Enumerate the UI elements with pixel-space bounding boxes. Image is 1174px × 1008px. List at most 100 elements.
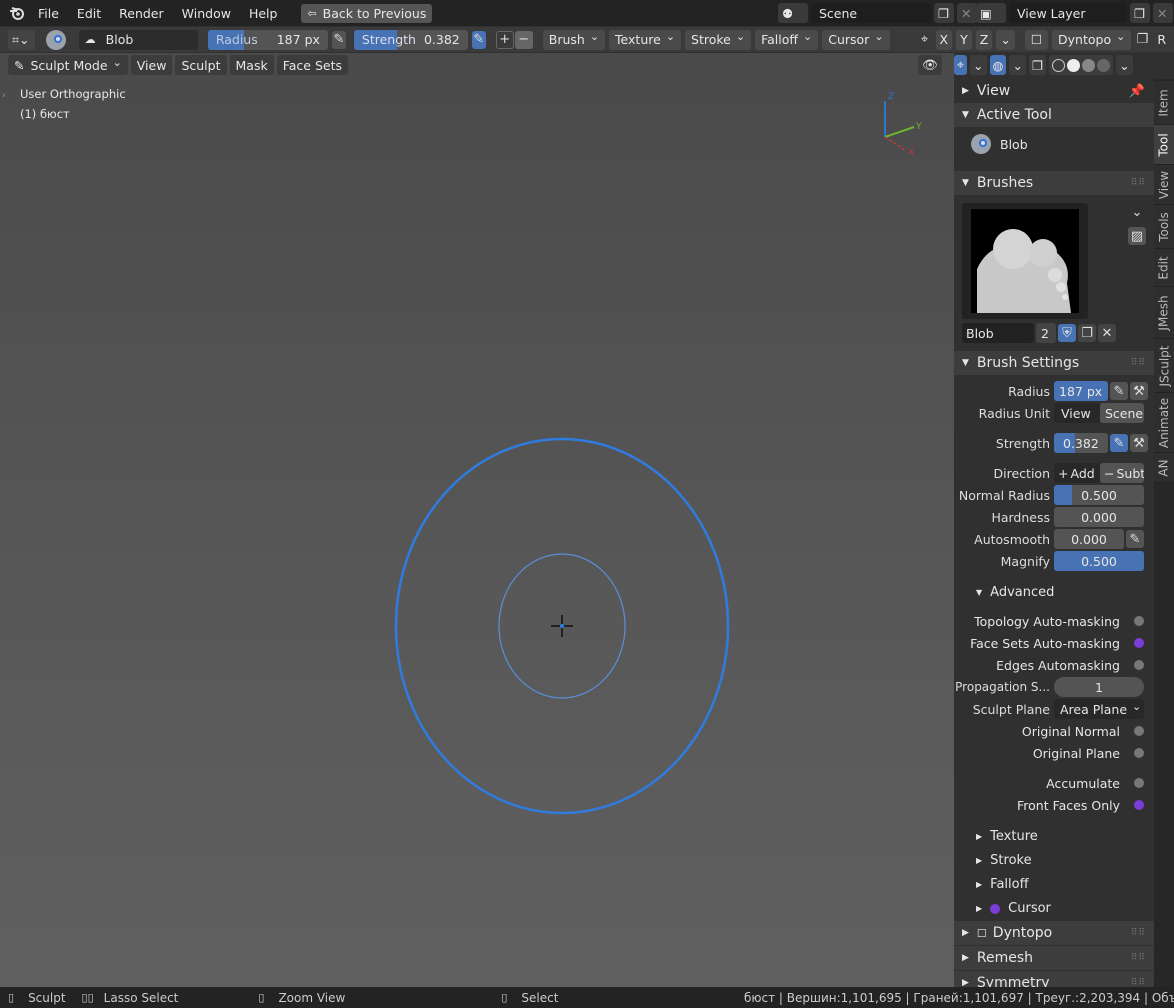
wireframe-shading-icon[interactable]: [1052, 58, 1066, 72]
viewport-menu-sculpt[interactable]: Sculpt: [175, 55, 227, 75]
direction-add-button[interactable]: + Add: [1054, 463, 1100, 483]
tab-an[interactable]: AN: [1154, 453, 1174, 483]
brush-unlink-icon[interactable]: ✕: [1098, 324, 1116, 342]
rendered-shading-icon[interactable]: [1097, 58, 1111, 72]
brush-preview[interactable]: [962, 203, 1088, 319]
radius-unit-scene-button[interactable]: Scene: [1100, 403, 1144, 423]
visibility-menu-icon[interactable]: 👁: [918, 55, 942, 75]
view-layer-icon[interactable]: ▣: [976, 3, 1006, 23]
brush-selector[interactable]: ☁ Blob: [78, 29, 198, 50]
dyntopo-panel-header[interactable]: ▶ ☐ Dyntopo ⠿⠿: [954, 921, 1154, 945]
texture-subpanel-header[interactable]: ▶ Texture: [976, 829, 1038, 844]
menu-help[interactable]: Help: [241, 6, 286, 21]
strength-pressure-toggle-icon[interactable]: ✎: [1110, 434, 1128, 452]
menu-window[interactable]: Window: [174, 6, 239, 21]
symmetry-x-toggle[interactable]: X: [935, 29, 953, 50]
xray-toggle-icon[interactable]: ❐: [1028, 55, 1047, 75]
magnify-slider[interactable]: 0.500: [1054, 551, 1144, 571]
radius-unit-view-button[interactable]: View: [1054, 403, 1100, 423]
viewport-menu-view[interactable]: View: [130, 55, 173, 75]
add-direction-icon[interactable]: +: [495, 30, 514, 49]
strength-setting-field[interactable]: 0.382: [1054, 433, 1108, 453]
tab-tool[interactable]: Tool: [1154, 125, 1174, 165]
editor-type-button[interactable]: ⌗⌄: [8, 29, 35, 50]
tab-jsculpt[interactable]: JSculpt: [1154, 339, 1174, 393]
blender-logo-icon[interactable]: [6, 4, 28, 22]
stroke-menu[interactable]: Stroke: [685, 29, 752, 50]
scene-close-icon[interactable]: ✕: [957, 3, 977, 23]
scene-field[interactable]: Scene: [811, 3, 931, 23]
active-tool-panel-header[interactable]: ▼ Active Tool: [954, 103, 1154, 127]
facesets-automasking-toggle[interactable]: [1134, 638, 1144, 648]
propagation-steps-field[interactable]: 1: [1054, 677, 1144, 697]
tab-item[interactable]: Item: [1154, 81, 1174, 125]
symmetry-z-toggle[interactable]: Z: [975, 29, 993, 50]
viewport-3d[interactable]: ✎ Sculpt Mode View Sculpt Mask Face Sets…: [0, 53, 954, 987]
hardness-slider[interactable]: 0.000: [1054, 507, 1144, 527]
strength-unified-icon[interactable]: ⚒: [1130, 434, 1148, 452]
original-plane-toggle[interactable]: [1134, 748, 1144, 758]
falloff-subpanel-header[interactable]: ▶ Falloff: [976, 877, 1029, 892]
subtract-direction-icon[interactable]: −: [514, 30, 533, 49]
view-layer-copy-icon[interactable]: ❐: [1130, 3, 1150, 23]
dyntopo-copy-icon[interactable]: ❐: [1135, 31, 1149, 49]
fake-user-shield-icon[interactable]: ⛨: [1058, 324, 1076, 342]
viewport-menu-face-sets[interactable]: Face Sets: [276, 55, 348, 75]
direction-subtract-button[interactable]: − Subt: [1100, 463, 1144, 483]
view-layer-close-icon[interactable]: ✕: [1153, 3, 1173, 23]
brush-browse-icon[interactable]: ⌄: [1128, 203, 1146, 221]
strength-slider[interactable]: Strength 0.382: [353, 29, 468, 50]
brush-menu[interactable]: Brush: [542, 29, 606, 50]
radius-unified-icon[interactable]: ⚒: [1130, 382, 1148, 400]
brushes-panel-header[interactable]: ▼ Brushes ⠿⠿: [954, 171, 1154, 195]
back-to-previous-button[interactable]: ⇦ Back to Previous: [301, 3, 433, 23]
dyntopo-panel-checkbox[interactable]: ☐: [977, 927, 987, 940]
material-shading-icon[interactable]: [1082, 58, 1096, 72]
remesh-panel-header[interactable]: ▶ Remesh ⠿⠿: [954, 946, 1154, 970]
overlay-menu-icon[interactable]: ⌄: [1009, 55, 1026, 75]
pin-icon[interactable]: 📌: [1129, 84, 1146, 99]
brush-users-count[interactable]: 2: [1036, 323, 1056, 343]
tab-animate[interactable]: Animate: [1154, 393, 1174, 453]
cursor-menu[interactable]: Cursor: [822, 29, 890, 50]
symmetry-y-toggle[interactable]: Y: [956, 29, 972, 50]
brush-name-field[interactable]: Blob: [962, 323, 1034, 343]
symmetry-options-button[interactable]: ⌄: [996, 29, 1015, 50]
brush-duplicate-icon[interactable]: ❐: [1078, 324, 1096, 342]
blob-brush-icon[interactable]: [45, 29, 67, 50]
accumulate-toggle[interactable]: [1134, 778, 1144, 788]
autosmooth-slider[interactable]: 0.000: [1054, 529, 1124, 549]
scene-copy-icon[interactable]: ❐: [934, 3, 954, 23]
menu-render[interactable]: Render: [111, 6, 172, 21]
radius-setting-field[interactable]: 187 px: [1054, 381, 1108, 401]
dyntopo-checkbox[interactable]: ☐: [1024, 29, 1049, 50]
tab-view[interactable]: View: [1154, 165, 1174, 205]
stroke-subpanel-header[interactable]: ▶ Stroke: [976, 853, 1032, 868]
normal-radius-slider[interactable]: 0.500: [1054, 485, 1144, 505]
radius-pressure-icon[interactable]: ✎: [331, 30, 346, 49]
advanced-subpanel-header[interactable]: ▼ Advanced: [976, 585, 1054, 600]
radius-slider[interactable]: Radius 187 px: [207, 29, 328, 50]
original-normal-toggle[interactable]: [1134, 726, 1144, 736]
navigation-gizmo[interactable]: Z Y X: [870, 89, 930, 159]
strength-pressure-icon[interactable]: ✎: [471, 30, 486, 49]
tab-tools[interactable]: Tools: [1154, 205, 1174, 249]
sculpt-plane-dropdown[interactable]: Area Plane: [1054, 699, 1144, 719]
menu-edit[interactable]: Edit: [69, 6, 109, 21]
menu-file[interactable]: File: [30, 6, 67, 21]
tab-edit[interactable]: Edit: [1154, 249, 1174, 287]
solid-shading-icon[interactable]: [1067, 58, 1081, 72]
gizmo-menu-icon[interactable]: ⌄: [970, 55, 987, 75]
toolbar-expand-icon[interactable]: ›: [2, 91, 6, 101]
texture-menu[interactable]: Texture: [609, 29, 682, 50]
autosmooth-pressure-icon[interactable]: ✎: [1126, 530, 1144, 548]
scene-type-icon[interactable]: ⚉: [778, 3, 808, 23]
front-faces-only-toggle[interactable]: [1134, 800, 1144, 810]
topology-automasking-toggle[interactable]: [1134, 616, 1144, 626]
cursor-subpanel-header[interactable]: ▶ Cursor: [976, 901, 1051, 916]
symmetry-panel-header[interactable]: ▶ Symmetry ⠿⠿: [954, 971, 1154, 987]
viewport-menu-mask[interactable]: Mask: [229, 55, 274, 75]
brush-settings-panel-header[interactable]: ▼ Brush Settings ⠿⠿: [954, 351, 1154, 375]
gizmo-toggle-icon[interactable]: ⌖: [954, 55, 968, 75]
overlay-toggle-icon[interactable]: ◍: [989, 55, 1007, 75]
